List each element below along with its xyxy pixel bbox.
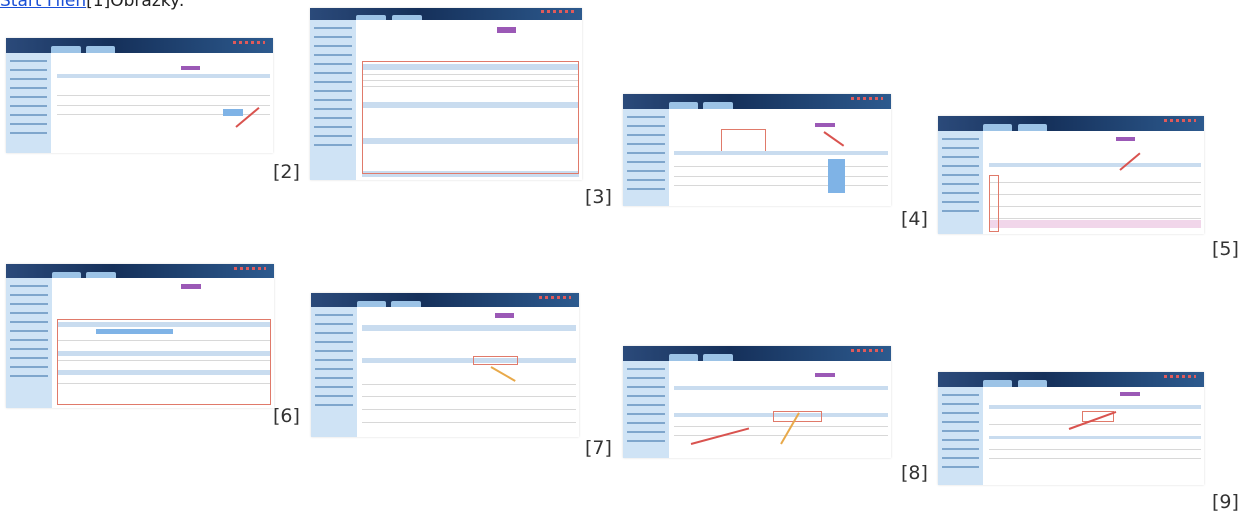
- figure-label-9: [9]: [1212, 491, 1239, 513]
- thumbnail-header: [6, 264, 274, 279]
- thumbnail-header: [623, 346, 891, 361]
- thumbnail-header: [310, 8, 582, 21]
- thumbnail-header: [311, 293, 579, 308]
- thumbnail-header: [938, 116, 1204, 132]
- figure-label-5: [5]: [1212, 238, 1239, 260]
- figure-label-3: [3]: [585, 186, 612, 208]
- screenshot-thumbnail-6[interactable]: [311, 293, 579, 437]
- thumbnail-main: [361, 310, 577, 437]
- screenshot-thumbnail-8[interactable]: [938, 372, 1204, 485]
- thumbnail-header: [623, 94, 891, 109]
- thumbnail-main: [988, 135, 1202, 234]
- thumbnail-main: [56, 56, 271, 153]
- figure-label-8: [8]: [901, 462, 928, 484]
- thumbnail-sidebar: [6, 278, 52, 408]
- thumbnail-sidebar: [311, 307, 357, 437]
- thumbnail-main: [988, 390, 1202, 485]
- thumbnail-header: [6, 38, 273, 53]
- start-filen-link[interactable]: Start Filen: [0, 0, 86, 11]
- thumbnail-header: [938, 372, 1204, 387]
- figure-label-2: [2]: [273, 161, 300, 183]
- thumbnail-main: [361, 23, 580, 180]
- screenshot-thumbnail-4[interactable]: [938, 116, 1204, 234]
- thumbnail-sidebar: [938, 386, 984, 485]
- screenshot-thumbnail-5[interactable]: [6, 264, 274, 408]
- thumbnail-sidebar: [310, 20, 357, 180]
- thumbnail-sidebar: [623, 360, 669, 458]
- images-caption: [1]Obrázky:: [86, 0, 185, 11]
- figure-label-6: [6]: [273, 405, 300, 427]
- screenshot-thumbnail-2[interactable]: [310, 8, 582, 180]
- thumbnail-main: [56, 281, 272, 408]
- figure-label-7: [7]: [585, 437, 612, 459]
- screenshot-thumbnail-3[interactable]: [623, 94, 891, 206]
- thumbnail-sidebar: [938, 131, 984, 234]
- thumbnail-main: [673, 364, 889, 458]
- figure-label-4: [4]: [901, 208, 928, 230]
- screenshot-thumbnail-1[interactable]: [6, 38, 273, 153]
- thumbnail-sidebar: [6, 52, 52, 153]
- screenshot-thumbnail-7[interactable]: [623, 346, 891, 458]
- thumbnail-main: [673, 112, 889, 206]
- page-header: Start Filen[1]Obrázky:: [0, 0, 185, 11]
- thumbnail-sidebar: [623, 108, 669, 206]
